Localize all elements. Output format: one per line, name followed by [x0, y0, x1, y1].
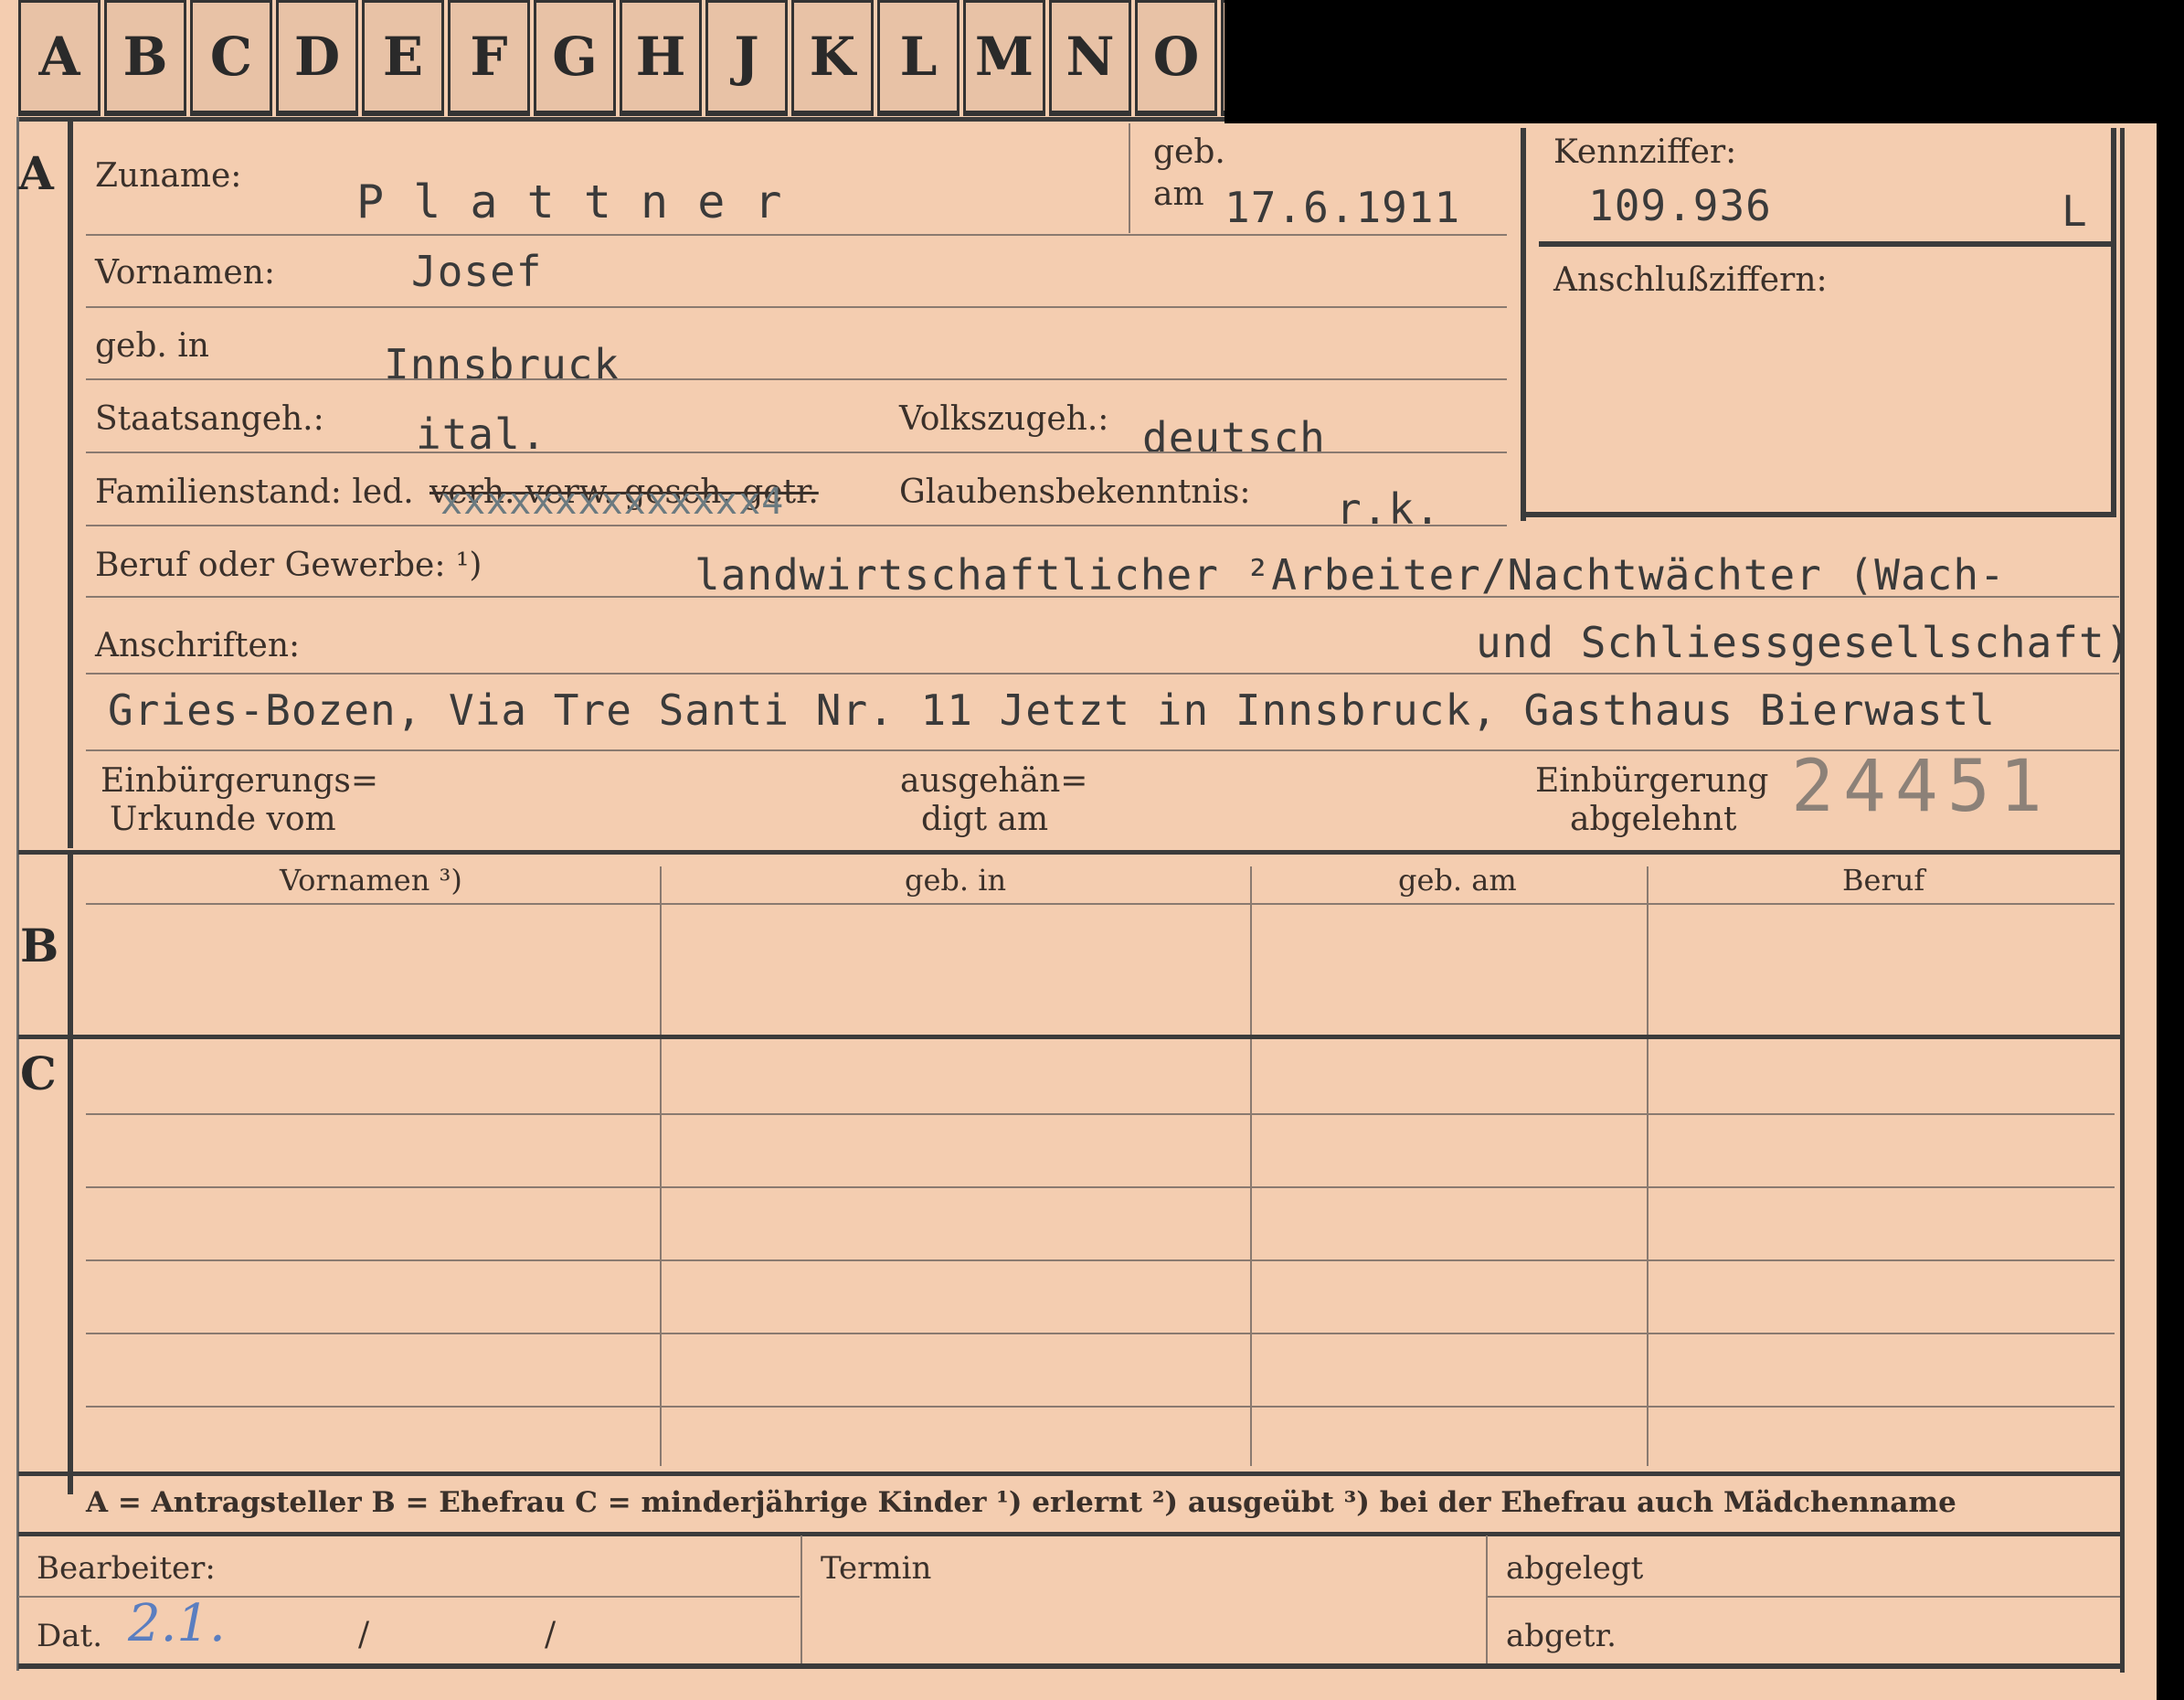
tab-m[interactable]: M — [963, 0, 1045, 116]
row3-line — [86, 378, 1507, 380]
tab-k[interactable]: K — [791, 0, 874, 116]
ausgehaendigt-label-line2: digt am — [921, 801, 1049, 838]
tab-g[interactable]: G — [534, 0, 616, 116]
section-a-left-border — [68, 117, 73, 848]
beruf-value-line2: und Schliessgesellschaft) — [1476, 618, 2132, 667]
row5-line — [86, 525, 1507, 526]
familienstand-label: Familienstand: led. — [95, 473, 414, 511]
section-ab-divider — [18, 850, 2120, 855]
anschrift-value: Gries-Bozen, Via Tre Santi Nr. 11 Jetzt … — [108, 685, 1996, 735]
kennziffer-suffix: L — [2062, 186, 2088, 236]
footer-divider-1 — [800, 1535, 802, 1663]
top-border — [18, 117, 1225, 122]
card-left-edge — [16, 117, 19, 1671]
footer-bottom-border — [18, 1663, 2120, 1669]
legend-top-border — [18, 1472, 2120, 1476]
section-bc-left-border — [68, 855, 73, 1494]
zuname-value: P l a t t n e r — [356, 175, 783, 228]
section-c-label: C — [20, 1047, 57, 1100]
tab-l[interactable]: L — [877, 0, 959, 116]
col-divider-2 — [1250, 866, 1252, 1466]
row2-line — [86, 306, 1507, 308]
row6-line — [86, 596, 2119, 598]
familienstand-overtype: xxxxxxxxxxxxxx4 — [440, 481, 785, 523]
abgelegt-line — [1486, 1596, 2120, 1598]
tab-c[interactable]: C — [190, 0, 272, 116]
background-corner — [1225, 0, 2157, 123]
c-row-line-2 — [86, 1186, 2115, 1188]
abgelegt-label: abgelegt — [1506, 1550, 1644, 1587]
kennziffer-divider — [1539, 241, 2115, 247]
dat-label: Dat. — [37, 1618, 103, 1654]
table-header-line — [86, 903, 2115, 905]
abgelehnt-label-line1: Einbürgerung — [1535, 762, 1769, 800]
urkunde-label-line2: Urkunde vom — [110, 801, 336, 838]
legend-text: A = Antragsteller B = Ehefrau C = minder… — [86, 1486, 1956, 1519]
kennziffer-label: Kennziffer: — [1553, 133, 1737, 171]
c-row-line-4 — [86, 1333, 2115, 1334]
beruf-value-line1: landwirtschaftlicher ²Arbeiter/Nachtwäch… — [694, 550, 2006, 600]
tab-e[interactable]: E — [362, 0, 444, 116]
vornamen-value: Josef — [411, 247, 543, 296]
tab-j[interactable]: J — [705, 0, 788, 116]
volkszugeh-label: Volkszugeh.: — [899, 400, 1109, 438]
beruf-label: Beruf oder Gewerbe: ¹) — [95, 547, 482, 584]
kennziffer-left-border — [1521, 128, 1526, 521]
zuname-label: Zuname: — [95, 157, 242, 195]
table-header-geb-in: geb. in — [905, 863, 1007, 898]
tab-a[interactable]: A — [18, 0, 101, 116]
stamp-number: 24451 — [1791, 746, 2051, 828]
geb-label: geb. — [1153, 133, 1225, 171]
section-b-label: B — [20, 919, 59, 972]
table-header-beruf: Beruf — [1842, 863, 1925, 898]
anschriften-label: Anschriften: — [95, 627, 301, 664]
legend-bottom-border — [18, 1532, 2120, 1536]
c-row-line-5 — [86, 1406, 2115, 1408]
glaubens-label: Glaubensbekenntnis: — [899, 473, 1251, 511]
col-divider-3 — [1647, 866, 1649, 1466]
tab-b[interactable]: B — [104, 0, 186, 116]
ausgehaendigt-label-line1: ausgehän= — [900, 762, 1088, 800]
row7-line — [86, 673, 2119, 675]
c-row-line-1 — [86, 1113, 2115, 1115]
row4-line — [86, 452, 1507, 453]
geb-am-value: 17.6.1911 — [1225, 183, 1461, 232]
am-label: am — [1153, 175, 1204, 213]
geb-in-value: Innsbruck — [384, 340, 620, 389]
bearbeiter-label: Bearbeiter: — [37, 1550, 216, 1587]
termin-label: Termin — [821, 1550, 932, 1587]
tab-d[interactable]: D — [276, 0, 358, 116]
anschluss-label: Anschlußziffern: — [1553, 261, 1828, 299]
col-divider-1 — [660, 866, 662, 1466]
tab-f[interactable]: F — [448, 0, 530, 116]
tab-h[interactable]: H — [620, 0, 702, 116]
table-header-vornamen: Vornamen ³) — [280, 863, 462, 898]
geb-in-label: geb. in — [95, 327, 209, 365]
abgetr-label: abgetr. — [1506, 1618, 1617, 1654]
registration-card: A B C D E F G H J K L M N O P A Zuname: … — [0, 0, 2157, 1700]
dat-separator-1: / — [358, 1616, 370, 1653]
row1-line — [86, 234, 1507, 236]
card-right-border — [2120, 128, 2125, 1673]
urkunde-label-line1: Einbürgerungs= — [101, 762, 379, 800]
dat-handwritten-value: 2.1. — [128, 1594, 226, 1653]
section-bc-divider — [18, 1035, 2120, 1039]
alphabet-tabs: A B C D E F G H J K L M N O P — [18, 0, 1307, 117]
section-a-label: A — [18, 146, 54, 200]
vornamen-label: Vornamen: — [95, 254, 275, 292]
c-row-line-3 — [86, 1259, 2115, 1261]
tab-o[interactable]: O — [1135, 0, 1217, 116]
volkszugeh-value: deutsch — [1142, 413, 1326, 462]
dat-separator-2: / — [545, 1616, 557, 1653]
kennziffer-value: 109.936 — [1588, 181, 1772, 230]
zuname-divider — [1129, 123, 1130, 233]
abgelehnt-label-line2: abgelehnt — [1570, 801, 1737, 838]
table-header-geb-am: geb. am — [1398, 863, 1517, 898]
staatsangeh-label: Staatsangeh.: — [95, 400, 324, 438]
tab-n[interactable]: N — [1049, 0, 1131, 116]
footer-divider-2 — [1486, 1535, 1488, 1663]
